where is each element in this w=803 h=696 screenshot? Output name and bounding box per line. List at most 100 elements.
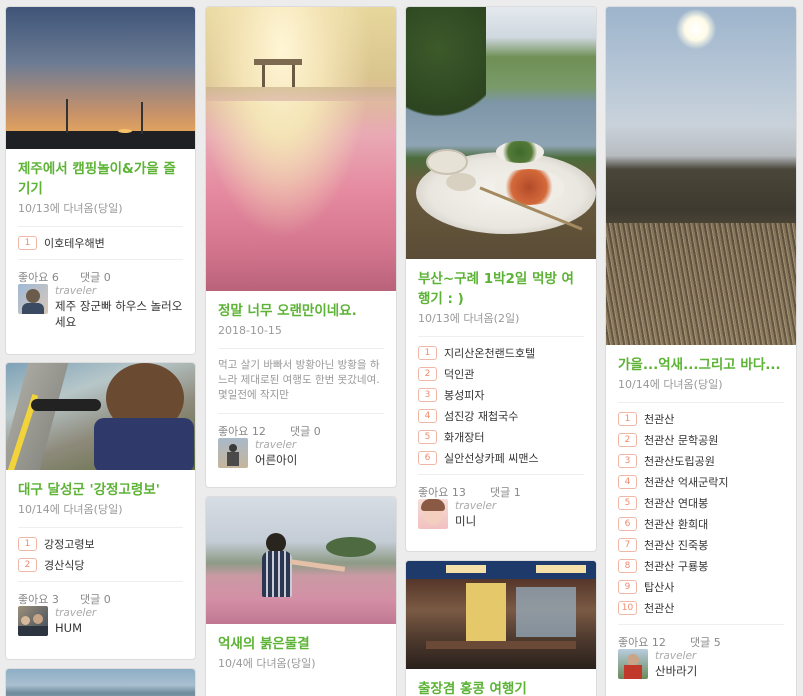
- place-number: 3: [618, 453, 637, 468]
- trip-photo[interactable]: [6, 7, 195, 149]
- place-number: 1: [18, 536, 37, 551]
- place-item[interactable]: 10 천관산: [618, 597, 784, 618]
- card-stats: 좋아요 12 댓글 5: [618, 624, 784, 649]
- place-item[interactable]: 4 섬진강 재첩국수: [418, 405, 584, 426]
- trip-card-hongkong[interactable]: 출장겸 홍콩 여행기: [405, 560, 597, 696]
- author-role: traveler: [255, 439, 297, 451]
- trip-date: 10/13에 다녀옴(2일): [418, 312, 520, 325]
- place-item[interactable]: 8 천관산 구룡봉: [618, 555, 784, 576]
- comment-count[interactable]: 댓글 0: [80, 269, 111, 284]
- trip-title[interactable]: 정말 너무 오랜만이네요.: [218, 291, 384, 321]
- trip-card-jeju[interactable]: 제주에서 캠핑놀이&가을 즐기기 10/13에 다녀옴(당일) 1 이호테우해변 …: [5, 6, 196, 355]
- comment-count[interactable]: 댓글 0: [290, 423, 321, 438]
- comment-count[interactable]: 댓글 0: [80, 591, 111, 606]
- trip-title[interactable]: 출장겸 홍콩 여행기: [418, 669, 584, 696]
- place-item[interactable]: 9 탑산사: [618, 576, 784, 597]
- trip-card-eoksae[interactable]: 억새의 붉은물결 10/4에 다녀옴(당일): [205, 496, 397, 696]
- card-stats: 좋아요 13 댓글 1: [418, 474, 584, 499]
- avatar: [418, 499, 448, 529]
- trip-photo[interactable]: [406, 561, 596, 669]
- place-number: 1: [418, 345, 437, 360]
- trip-title[interactable]: 억새의 붉은물결: [218, 624, 384, 654]
- place-number: 10: [618, 600, 637, 615]
- place-item[interactable]: 1 이호테우해변: [18, 232, 183, 253]
- like-count[interactable]: 좋아요 13: [418, 484, 490, 499]
- place-list: 1 강정고령보 2 경산식당: [18, 527, 183, 581]
- like-count[interactable]: 좋아요 6: [18, 269, 80, 284]
- comment-count[interactable]: 댓글 5: [690, 634, 721, 649]
- trip-photo[interactable]: [6, 669, 195, 696]
- author[interactable]: traveler 미니: [418, 499, 584, 539]
- place-number: 1: [18, 235, 37, 250]
- place-number: 7: [618, 537, 637, 552]
- author-name: 제주 장군빠 하우스 놀러오세요: [55, 299, 183, 329]
- place-item[interactable]: 2 천관산 문학공원: [618, 429, 784, 450]
- place-item[interactable]: 1 강정고령보: [18, 533, 183, 554]
- trip-date: 10/4에 다녀옴(당일): [218, 657, 316, 670]
- trip-card-partial[interactable]: [5, 668, 196, 696]
- trip-photo[interactable]: [406, 7, 596, 259]
- trip-photo[interactable]: [206, 497, 396, 624]
- place-number: 3: [418, 387, 437, 402]
- author[interactable]: traveler 산바라기: [618, 649, 784, 689]
- trip-title[interactable]: 가을...억새...그리고 바다...: [618, 345, 784, 375]
- place-list: 1 지리산온천랜드호텔 2 덕인관 3 봉성피자 4 섬진강 재첩국수 5 화개장터 6실…: [418, 336, 584, 474]
- place-item[interactable]: 1 천관산: [618, 408, 784, 429]
- trip-title[interactable]: 대구 달성군 '강정고령보': [18, 470, 183, 500]
- author-name: 미니: [455, 514, 477, 528]
- place-number: 9: [618, 579, 637, 594]
- comment-count[interactable]: 댓글 1: [490, 484, 521, 499]
- place-item[interactable]: 2 경산식당: [18, 554, 183, 575]
- place-number: 2: [618, 432, 637, 447]
- trip-date: 10/14에 다녀옴(당일): [18, 503, 123, 516]
- place-number: 5: [618, 495, 637, 510]
- place-number: 2: [18, 557, 37, 572]
- place-item[interactable]: 5 화개장터: [418, 426, 584, 447]
- author-name: 어른아이: [255, 453, 298, 467]
- card-stats: 좋아요 12 댓글 0: [218, 413, 384, 438]
- author[interactable]: traveler 제주 장군빠 하우스 놀러오세요: [18, 284, 183, 340]
- place-item[interactable]: 4 천관산 억새군락지: [618, 471, 784, 492]
- place-item[interactable]: 1 지리산온천랜드호텔: [418, 342, 584, 363]
- like-count[interactable]: 좋아요 3: [18, 591, 80, 606]
- trip-card-busan[interactable]: 부산~구례 1박2일 먹방 여행기 : ) 10/13에 다녀옴(2일) 1 지리…: [405, 6, 597, 552]
- trip-card-long[interactable]: 정말 너무 오랜만이네요. 2018-10-15 먹고 살기 바빠서 방황아닌 …: [205, 6, 397, 488]
- card-stats: 좋아요 6 댓글 0: [18, 259, 183, 284]
- place-number: 8: [618, 558, 637, 573]
- author-role: traveler: [455, 500, 497, 512]
- place-item[interactable]: 3 봉성피자: [418, 384, 584, 405]
- like-count[interactable]: 좋아요 12: [218, 423, 290, 438]
- place-item[interactable]: 5 천관산 연대봉: [618, 492, 784, 513]
- place-item[interactable]: 3 천관산도립공원: [618, 450, 784, 471]
- trip-photo[interactable]: [206, 7, 396, 291]
- trip-photo[interactable]: [606, 7, 796, 345]
- trip-date: 10/14에 다녀옴(당일): [618, 378, 723, 391]
- trip-title[interactable]: 제주에서 캠핑놀이&가을 즐기기: [18, 149, 183, 199]
- trip-photo[interactable]: [6, 363, 195, 470]
- place-number: 4: [418, 408, 437, 423]
- author-role: traveler: [55, 285, 97, 297]
- place-item[interactable]: 7 천관산 진죽봉: [618, 534, 784, 555]
- trip-title[interactable]: 부산~구례 1박2일 먹방 여행기 : ): [418, 259, 584, 309]
- place-number: 6: [618, 516, 637, 531]
- place-list: 1 이호테우해변: [18, 226, 183, 259]
- author-name: 산바라기: [655, 664, 698, 678]
- author[interactable]: traveler 어른아이: [218, 438, 384, 478]
- place-item[interactable]: 6 실안선상카페 씨맨스: [418, 447, 584, 468]
- place-number: 5: [418, 429, 437, 444]
- avatar: [18, 606, 48, 636]
- place-number: 2: [418, 366, 437, 381]
- author[interactable]: traveler HUM: [18, 606, 183, 646]
- place-number: 6: [418, 450, 437, 465]
- trip-card-daegu[interactable]: 대구 달성군 '강정고령보' 10/14에 다녀옴(당일) 1 강정고령보 2 경산…: [5, 362, 196, 660]
- place-item[interactable]: 2 덕인관: [418, 363, 584, 384]
- trip-date: 2018-10-15: [218, 324, 282, 337]
- author-name: HUM: [55, 621, 82, 635]
- avatar: [18, 284, 48, 314]
- trip-date: 10/13에 다녀옴(당일): [18, 202, 123, 215]
- card-stats: 좋아요 3 댓글 0: [18, 581, 183, 606]
- place-item[interactable]: 6 천관산 환희대: [618, 513, 784, 534]
- trip-card-autumn[interactable]: 가을...억새...그리고 바다... 10/14에 다녀옴(당일) 1 천관산 …: [605, 6, 797, 696]
- place-number: 1: [618, 411, 637, 426]
- like-count[interactable]: 좋아요 12: [618, 634, 690, 649]
